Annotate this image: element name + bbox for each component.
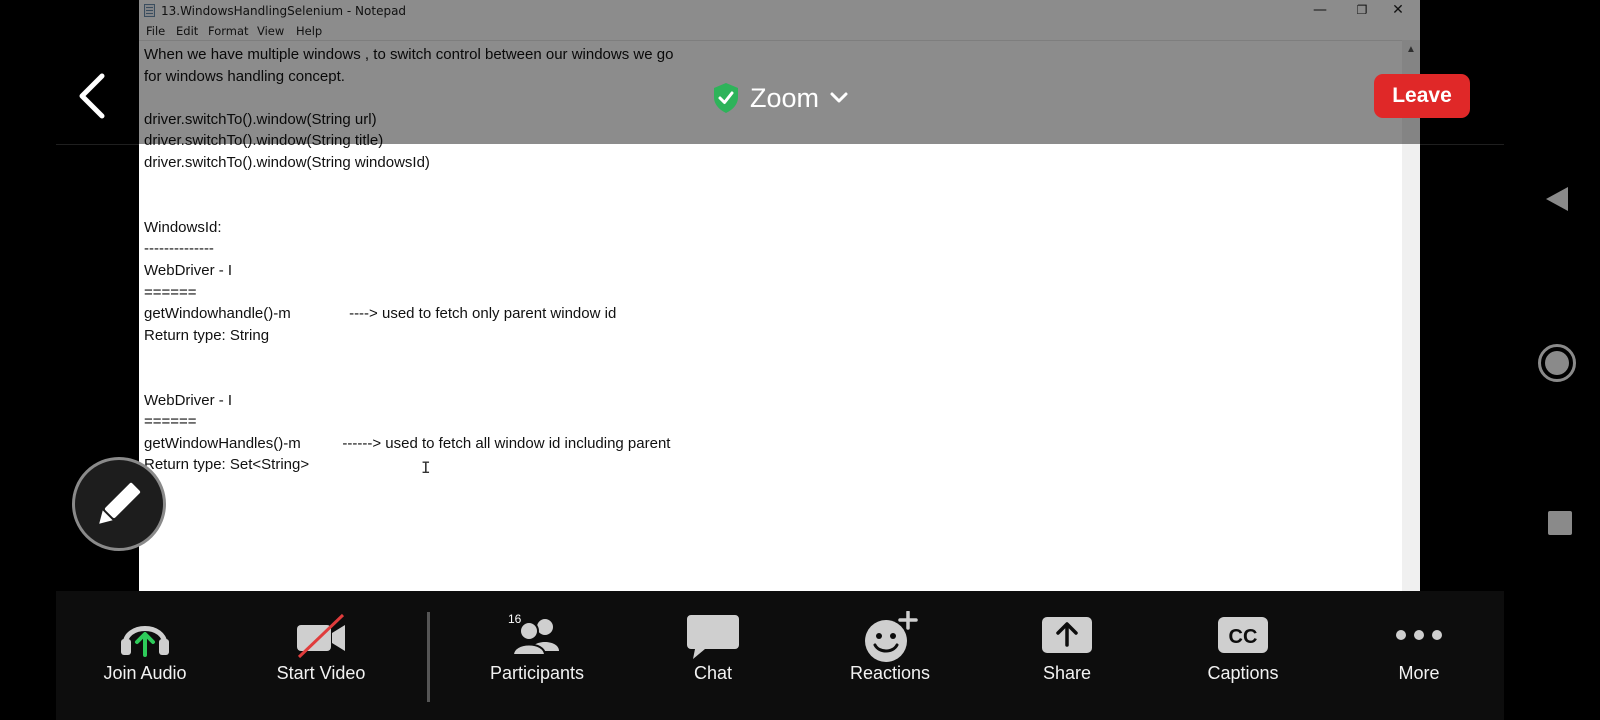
share-button[interactable]: Share [987, 591, 1147, 720]
participants-button[interactable]: Participants [457, 591, 617, 720]
join-audio-label: Join Audio [103, 663, 187, 683]
meeting-top-bar-inner [56, 0, 1504, 145]
more-label: More [1398, 663, 1440, 683]
share-icon [1042, 617, 1092, 653]
captions-button[interactable]: CC Captions [1163, 591, 1323, 720]
triangle-left-icon [1546, 187, 1568, 211]
leave-button[interactable]: Leave [1374, 74, 1470, 118]
chevron-left-icon [79, 73, 105, 119]
side-panel-prev-button[interactable] [1542, 184, 1572, 214]
captions-icon: CC [1218, 617, 1268, 653]
start-video-label: Start Video [276, 663, 366, 683]
reactions-label: Reactions [849, 663, 931, 683]
share-label: Share [1042, 663, 1092, 683]
reactions-icon [865, 611, 918, 662]
meeting-title-dropdown[interactable]: Zoom [712, 80, 849, 116]
meeting-title: Zoom [750, 82, 820, 113]
chevron-down-icon [830, 92, 848, 103]
video-off-icon [297, 613, 345, 659]
chat-label: Chat [693, 663, 733, 683]
annotate-button[interactable] [72, 457, 166, 551]
chat-button[interactable]: Chat [633, 591, 793, 720]
participants-count-badge: 16 [508, 612, 522, 626]
more-button[interactable]: More [1339, 591, 1499, 720]
security-shield-icon [714, 83, 738, 113]
meeting-toolbar: Join Audio Start Video Participants Chat [56, 591, 1504, 720]
join-audio-button[interactable]: Join Audio [65, 591, 225, 720]
back-button[interactable] [72, 70, 116, 122]
captions-icon-text: CC [1229, 626, 1258, 648]
side-panel-home-button[interactable] [1538, 344, 1576, 382]
toolbar-divider [427, 612, 430, 702]
chat-icon [687, 615, 739, 659]
start-video-button[interactable]: Start Video [241, 591, 401, 720]
text-cursor-icon: I [421, 458, 431, 477]
side-panel-stop-button[interactable] [1548, 511, 1572, 535]
reactions-button[interactable]: Reactions [810, 591, 970, 720]
participants-label: Participants [489, 663, 585, 683]
more-icon [1396, 630, 1442, 640]
pencil-icon [99, 482, 141, 524]
headphones-icon [121, 626, 169, 657]
captions-label: Captions [1207, 663, 1279, 683]
